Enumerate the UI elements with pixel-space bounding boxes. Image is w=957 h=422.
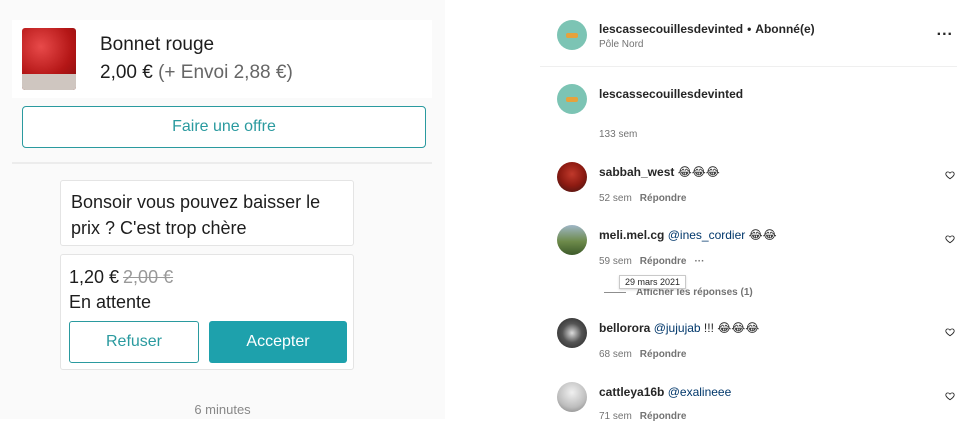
avatar[interactable]	[557, 318, 587, 348]
comment-meta: 68 sem Répondre	[599, 349, 686, 360]
comment-text: !!! 😂😂😂	[703, 321, 760, 335]
comment-time: 52 sem	[599, 193, 632, 204]
item-thumbnail	[22, 28, 76, 90]
date-tooltip: 29 mars 2021	[619, 275, 687, 289]
message-timestamp: 6 minutes	[194, 402, 251, 417]
comment-time: 68 sem	[599, 349, 632, 360]
comment-mention[interactable]: @jujujab	[654, 321, 701, 335]
heart-icon[interactable]	[945, 170, 955, 180]
location[interactable]: Pôle Nord	[599, 39, 643, 50]
divider	[12, 162, 432, 164]
reply-button[interactable]: Répondre	[640, 349, 687, 360]
reply-button[interactable]: Répondre	[640, 193, 687, 204]
comment-username[interactable]: bellorora	[599, 321, 650, 335]
replies-line	[604, 291, 626, 293]
comment-text: 😂😂	[748, 228, 777, 242]
comment-text: 😂😂😂	[677, 165, 720, 179]
vinted-conversation: Bonnet rouge 2,00 € (+ Envoi 2,88 €) Fai…	[0, 0, 445, 419]
offer-status: En attente	[69, 292, 152, 312]
avatar[interactable]	[557, 84, 587, 114]
offer-old-price: 2,00 €	[123, 267, 174, 287]
more-options-icon[interactable]: ...	[937, 22, 953, 40]
heart-icon[interactable]	[945, 391, 955, 401]
caption-time: 133 sem	[599, 129, 638, 140]
comment-time: 71 sem	[599, 411, 632, 422]
offer-card: 1,20 €2,00 € En attente Refuser Accepter	[60, 254, 354, 370]
item-shipping: (+ Envoi 2,88 €)	[158, 62, 293, 83]
avatar[interactable]	[557, 225, 587, 255]
item-title: Bonnet rouge	[100, 34, 215, 55]
comment-time: 59 sem	[599, 256, 632, 267]
header-username[interactable]: lescassecouillesdevinted	[599, 22, 743, 36]
comment-username[interactable]: cattleya16b	[599, 385, 664, 399]
comment-username[interactable]: meli.mel.cg	[599, 228, 664, 242]
item-price-value: 2,00 €	[100, 62, 153, 83]
comment-username[interactable]: sabbah_west	[599, 165, 674, 179]
avatar[interactable]	[557, 382, 587, 412]
make-offer-button[interactable]: Faire une offre	[22, 106, 426, 148]
follow-status[interactable]: Abonné(e)	[755, 22, 814, 36]
comment-more-icon[interactable]: ···	[694, 256, 704, 267]
header-dot: •	[747, 22, 752, 36]
item-card[interactable]: Bonnet rouge 2,00 € (+ Envoi 2,88 €)	[12, 20, 432, 98]
comment-meta: 59 sem Répondre ···	[599, 256, 704, 267]
item-price: 2,00 € (+ Envoi 2,88 €)	[100, 62, 293, 84]
refuse-button[interactable]: Refuser	[69, 321, 199, 363]
caption-username[interactable]: lescassecouillesdevinted	[599, 87, 743, 101]
reply-button[interactable]: Répondre	[640, 411, 687, 422]
offer-price: 1,20 €2,00 €	[69, 267, 173, 288]
heart-icon[interactable]	[945, 327, 955, 337]
reply-button[interactable]: Répondre	[640, 256, 687, 267]
avatar[interactable]	[557, 20, 587, 50]
accept-button[interactable]: Accepter	[209, 321, 347, 363]
comment-meta: 52 sem Répondre	[599, 193, 686, 204]
post-header: lescassecouillesdevinted • Abonné(e) Pôle …	[540, 0, 957, 67]
avatar[interactable]	[557, 162, 587, 192]
comment-line: sabbah_west 😂😂😂	[599, 165, 720, 179]
comment-line: meli.mel.cg @ines_cordier 😂😂	[599, 228, 777, 242]
comment-line: bellorora @jujujab !!! 😂😂😂	[599, 321, 759, 335]
comment-line: cattleya16b @exalineee	[599, 385, 731, 399]
heart-icon[interactable]	[945, 234, 955, 244]
offer-new-price: 1,20 €	[69, 267, 120, 287]
comment-meta: 71 sem Répondre	[599, 411, 686, 422]
header-username-row: lescassecouillesdevinted • Abonné(e)	[599, 22, 815, 36]
comment-mention[interactable]: @ines_cordier	[668, 228, 746, 242]
instagram-comments-panel: lescassecouillesdevinted • Abonné(e) Pôle …	[540, 0, 957, 422]
comment-mention[interactable]: @exalineee	[668, 385, 732, 399]
message-bubble: Bonsoir vous pouvez baisser le prix ? C'…	[60, 180, 354, 246]
